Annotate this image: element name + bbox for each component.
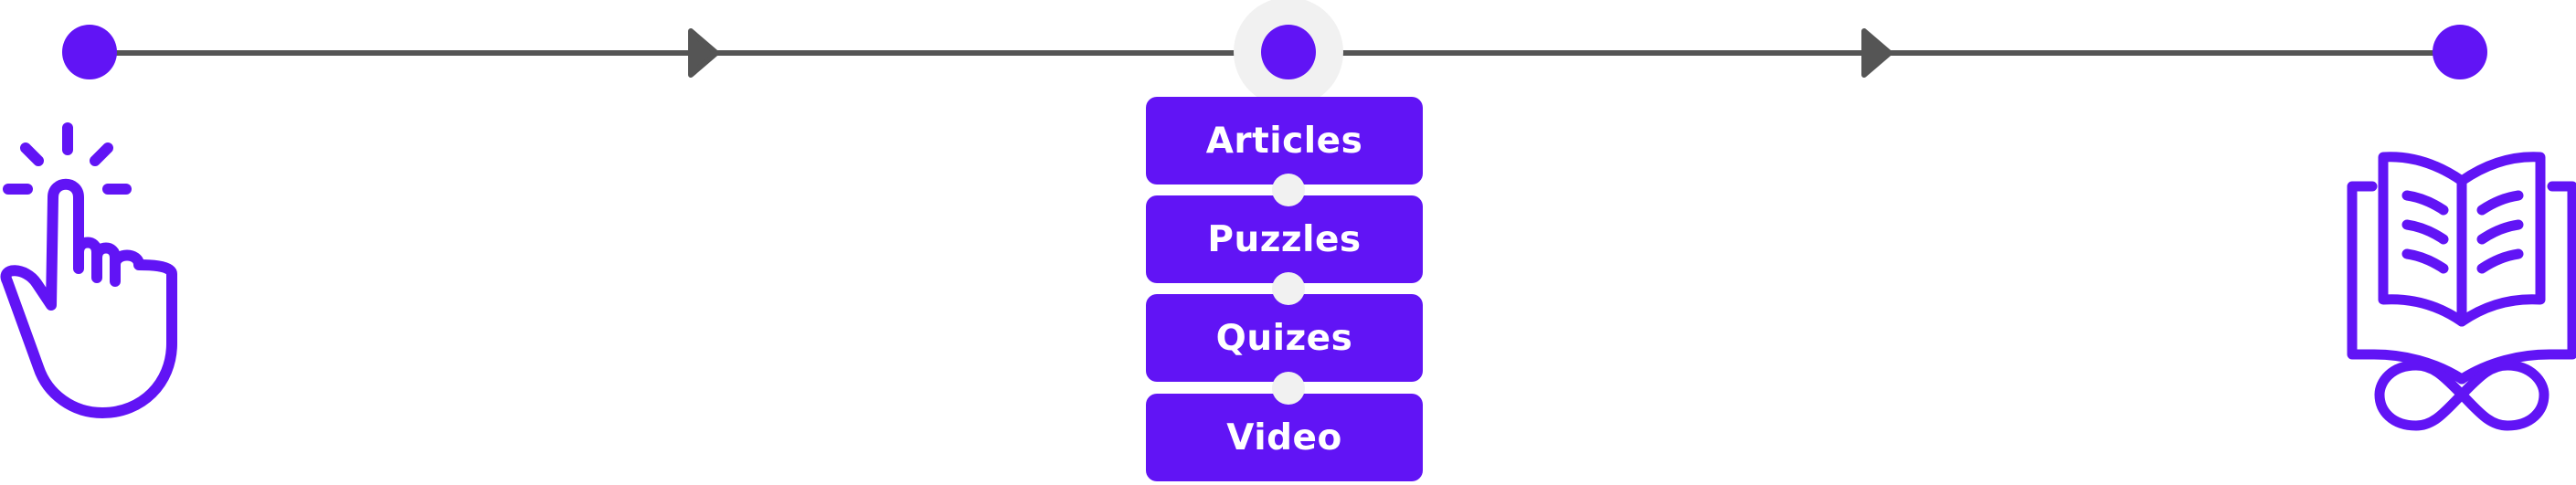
arrow-right-icon: [688, 28, 719, 78]
end-node: [2433, 25, 2487, 79]
step-card-video[interactable]: Video: [1146, 394, 1423, 481]
step-label: Quizes: [1215, 317, 1353, 359]
tap-hand-icon: [0, 122, 177, 418]
learning-flow-diagram: Articles Puzzles Quizes Video: [0, 0, 2576, 485]
step-label: Video: [1226, 416, 1342, 459]
arrow-right-icon: [1861, 28, 1892, 78]
card-connector: [1272, 372, 1305, 405]
middle-node: [1261, 25, 1316, 79]
step-card-puzzles[interactable]: Puzzles: [1146, 195, 1423, 283]
card-connector: [1272, 174, 1305, 206]
card-connector: [1272, 272, 1305, 305]
step-label: Articles: [1205, 120, 1363, 162]
start-node: [62, 25, 117, 79]
open-book-infinity-icon: [2347, 152, 2576, 431]
step-card-quizes[interactable]: Quizes: [1146, 294, 1423, 382]
step-label: Puzzles: [1207, 218, 1362, 260]
step-card-articles[interactable]: Articles: [1146, 97, 1423, 185]
